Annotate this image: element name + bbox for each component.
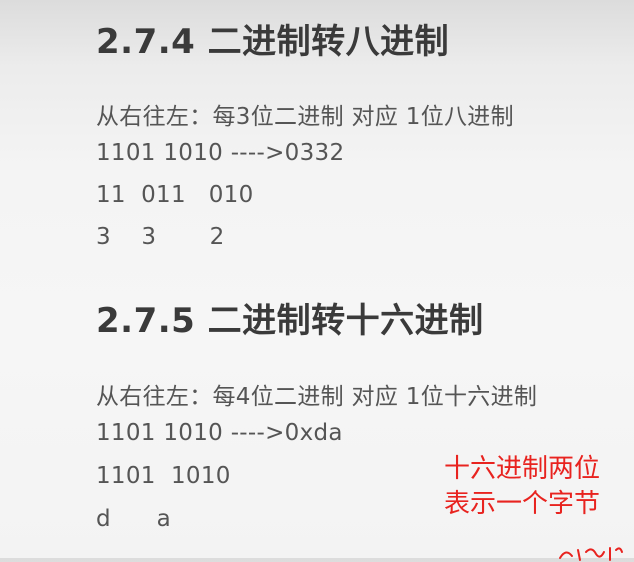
rule-text-octal: 从右往左：每3位二进制 对应 1位八进制	[96, 104, 514, 130]
section-heading-binary-to-hex: 2.7.5 二进制转十六进制	[96, 301, 484, 341]
annotation-line-2: 表示一个字节	[444, 489, 601, 519]
octal-digits: 3 3 2	[96, 224, 225, 250]
hex-digits: d a	[96, 506, 171, 532]
rule-text-hex: 从右往左：每4位二进制 对应 1位十六进制	[96, 384, 538, 410]
annotation-line-1: 十六进制两位	[444, 454, 601, 484]
example-conversion-hex: 1101 1010 ---->0xda	[96, 420, 343, 446]
example-conversion-octal: 1101 1010 ---->0332	[96, 140, 345, 166]
section-heading-binary-to-octal: 2.7.4 二进制转八进制	[96, 22, 450, 62]
handwritten-scribble	[559, 547, 623, 561]
binary-groups-hex: 1101 1010	[96, 463, 231, 489]
binary-groups-octal: 11 011 010	[96, 182, 254, 208]
